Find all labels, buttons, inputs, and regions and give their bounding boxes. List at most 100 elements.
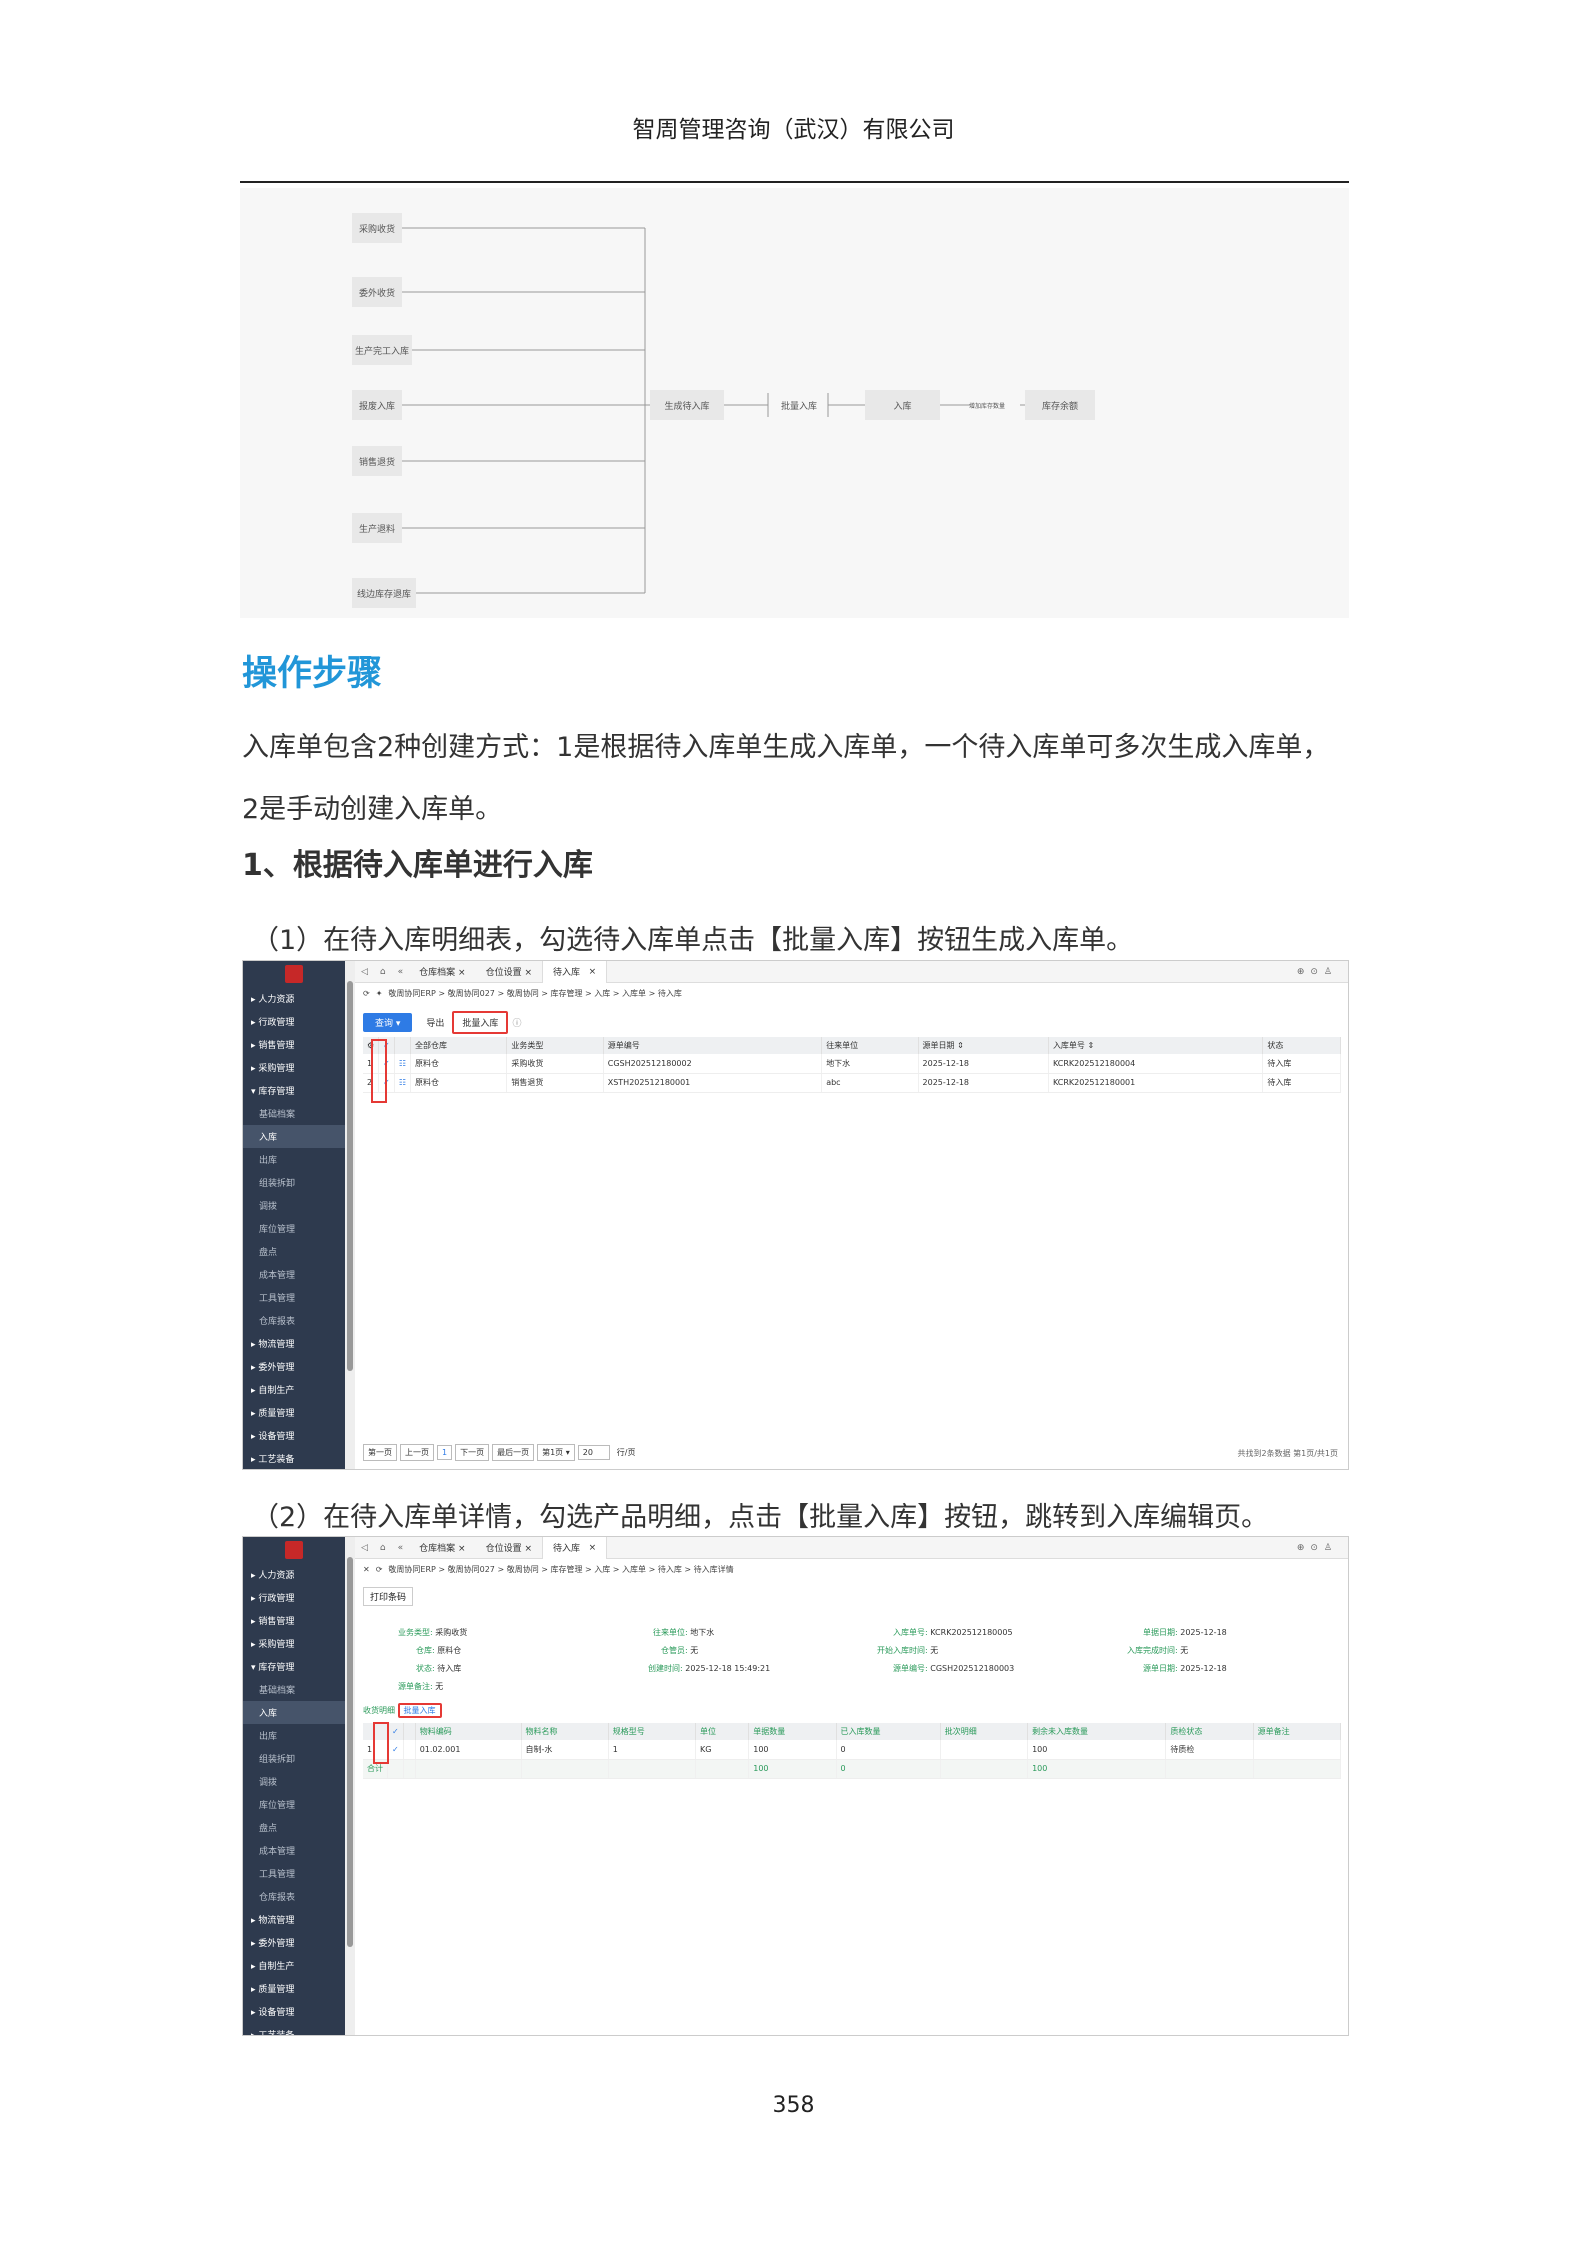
tab-receipt-detail[interactable]: 收货明细 xyxy=(363,1706,395,1715)
column-header[interactable]: 单位 xyxy=(695,1723,750,1740)
sidebar-scrollbar[interactable] xyxy=(345,961,355,1469)
sidebar-item-inventory[interactable]: ▾ 库存管理 xyxy=(243,1655,345,1678)
tab-warehouse[interactable]: 仓库档案 × xyxy=(409,965,475,978)
tab-location[interactable]: 仓位设置 × xyxy=(476,1541,542,1554)
sidebar-item-production[interactable]: ▸ 自制生产 xyxy=(243,1378,345,1401)
column-header[interactable]: 状态 xyxy=(1262,1037,1341,1054)
column-header[interactable]: 源单编号 xyxy=(603,1037,823,1054)
back-icon[interactable]: ◁ xyxy=(355,967,374,977)
row-checkbox[interactable]: ✓ xyxy=(387,1740,404,1760)
sidebar-item-transfer[interactable]: 调拨 xyxy=(243,1194,345,1217)
tab-warehouse[interactable]: 仓库档案 × xyxy=(409,1541,475,1554)
sidebar-item-cost[interactable]: 成本管理 xyxy=(243,1839,345,1862)
column-header[interactable]: 源单日期 ⇕ xyxy=(918,1037,1049,1054)
column-header[interactable]: 源单备注 xyxy=(1253,1723,1342,1740)
column-header[interactable]: 往来单位 xyxy=(821,1037,919,1054)
refresh-icon[interactable]: ⟳ xyxy=(376,1565,383,1574)
sidebar-item-assembly[interactable]: 组装拆卸 xyxy=(243,1171,345,1194)
double-left-icon[interactable]: « xyxy=(392,1543,410,1553)
print-barcode-button[interactable]: 打印条码 xyxy=(363,1587,414,1606)
column-header[interactable]: 单据数量 xyxy=(748,1723,837,1740)
sidebar-item-quality[interactable]: ▸ 质量管理 xyxy=(243,1977,345,2000)
sidebar-item-inbound[interactable]: 入库 xyxy=(243,1125,345,1148)
sidebar-item-admin[interactable]: ▸ 行政管理 xyxy=(243,1010,345,1033)
sidebar-item-tooling[interactable]: ▸ 工艺装备 xyxy=(243,2023,345,2035)
sidebar-item-tooling[interactable]: ▸ 工艺装备 xyxy=(243,1447,345,1469)
pin-icon[interactable]: ✦ xyxy=(376,989,383,998)
sidebar-item-logistics[interactable]: ▸ 物流管理 xyxy=(243,1332,345,1355)
cell-batch[interactable] xyxy=(940,1740,1029,1760)
sidebar-item-outsourcing[interactable]: ▸ 委外管理 xyxy=(243,1931,345,1954)
toolbar-icons[interactable]: ⊕⊙♙ xyxy=(1297,967,1348,977)
page-number-button[interactable]: 1 xyxy=(437,1445,453,1460)
sidebar-scrollbar[interactable] xyxy=(345,1537,355,2035)
sidebar-item-sales[interactable]: ▸ 销售管理 xyxy=(243,1609,345,1632)
sidebar-item-quality[interactable]: ▸ 质量管理 xyxy=(243,1401,345,1424)
sidebar-item-outbound[interactable]: 出库 xyxy=(243,1724,345,1747)
tab-pending[interactable]: 待入库 × xyxy=(542,1537,608,1559)
table-row[interactable]: 2 ✓ ☷ 原料仓 销售退货 XSTH202512180001 abc 2025… xyxy=(363,1073,1341,1093)
sidebar-item-reports[interactable]: 仓库报表 xyxy=(243,1309,345,1332)
column-header[interactable]: 质检状态 xyxy=(1165,1723,1254,1740)
sidebar-item-basic[interactable]: 基础档案 xyxy=(243,1102,345,1125)
sidebar-item-inventory[interactable]: ▾ 库存管理 xyxy=(243,1079,345,1102)
prev-page-button[interactable]: 上一页 xyxy=(400,1444,434,1461)
batch-inbound-button[interactable]: 批量入库 xyxy=(452,1011,509,1034)
back-icon[interactable]: ◁ xyxy=(355,1543,374,1553)
sidebar-item-hr[interactable]: ▸ 人力资源 xyxy=(243,987,345,1010)
help-icon[interactable]: ⓘ xyxy=(512,1016,521,1029)
column-header[interactable]: 物料编码 xyxy=(415,1723,522,1740)
detail-icon[interactable]: ☷ xyxy=(394,1054,412,1074)
sidebar-item-tools[interactable]: 工具管理 xyxy=(243,1862,345,1885)
table-row[interactable]: 1 ✓ ☷ 原料仓 采购收货 CGSH202512180002 地下水 2025… xyxy=(363,1054,1341,1074)
column-header[interactable]: 全部仓库 xyxy=(410,1037,508,1054)
first-page-button[interactable]: 第一页 xyxy=(363,1444,397,1461)
sidebar-item-cost[interactable]: 成本管理 xyxy=(243,1263,345,1286)
home-icon[interactable]: ⌂ xyxy=(374,967,392,977)
sidebar-item-transfer[interactable]: 调拨 xyxy=(243,1770,345,1793)
sidebar-item-admin[interactable]: ▸ 行政管理 xyxy=(243,1586,345,1609)
sidebar-item-sales[interactable]: ▸ 销售管理 xyxy=(243,1033,345,1056)
column-header[interactable]: 已入库数量 xyxy=(836,1723,941,1740)
sidebar-item-inbound[interactable]: 入库 xyxy=(243,1701,345,1724)
sidebar-item-purchase[interactable]: ▸ 采购管理 xyxy=(243,1056,345,1079)
sidebar-item-location[interactable]: 库位管理 xyxy=(243,1217,345,1240)
query-button[interactable]: 查询 ▾ xyxy=(363,1013,413,1032)
batch-inbound-button[interactable]: 批量入库 xyxy=(397,1703,442,1718)
select-all-checkbox[interactable]: ✓ xyxy=(387,1723,404,1740)
sidebar-item-equipment[interactable]: ▸ 设备管理 xyxy=(243,1424,345,1447)
sidebar-item-stocktake[interactable]: 盘点 xyxy=(243,1240,345,1263)
home-icon[interactable]: ⌂ xyxy=(374,1543,392,1553)
export-button[interactable]: 导出 xyxy=(418,1013,452,1032)
sidebar-item-tools[interactable]: 工具管理 xyxy=(243,1286,345,1309)
tab-pending[interactable]: 待入库 × xyxy=(542,961,608,983)
sidebar-item-hr[interactable]: ▸ 人力资源 xyxy=(243,1563,345,1586)
sidebar-item-equipment[interactable]: ▸ 设备管理 xyxy=(243,2000,345,2023)
sidebar-item-location[interactable]: 库位管理 xyxy=(243,1793,345,1816)
toolbar-icons[interactable]: ⊕⊙♙ xyxy=(1297,1543,1348,1553)
column-header[interactable]: 剩余未入库数量 xyxy=(1027,1723,1167,1740)
column-header[interactable]: 规格型号 xyxy=(608,1723,697,1740)
sidebar-item-logistics[interactable]: ▸ 物流管理 xyxy=(243,1908,345,1931)
next-page-button[interactable]: 下一页 xyxy=(455,1444,490,1461)
tab-location[interactable]: 仓位设置 × xyxy=(476,965,542,978)
sidebar-item-outsourcing[interactable]: ▸ 委外管理 xyxy=(243,1355,345,1378)
column-header[interactable]: 业务类型 xyxy=(506,1037,604,1054)
sidebar-item-stocktake[interactable]: 盘点 xyxy=(243,1816,345,1839)
close-icon[interactable]: ✕ xyxy=(363,1565,370,1574)
double-left-icon[interactable]: « xyxy=(392,967,410,977)
column-header[interactable]: 批次明细 xyxy=(940,1723,1029,1740)
sidebar-item-assembly[interactable]: 组装拆卸 xyxy=(243,1747,345,1770)
column-header[interactable]: 入库单号 ⇕ xyxy=(1048,1037,1264,1054)
detail-icon[interactable]: ☷ xyxy=(394,1073,412,1093)
column-header[interactable]: 物料名称 xyxy=(521,1723,609,1740)
sidebar-item-production[interactable]: ▸ 自制生产 xyxy=(243,1954,345,1977)
last-page-button[interactable]: 最后一页 xyxy=(492,1444,535,1461)
sidebar-item-purchase[interactable]: ▸ 采购管理 xyxy=(243,1632,345,1655)
page-select[interactable]: 第1页 ▾ xyxy=(537,1444,575,1461)
sidebar-item-outbound[interactable]: 出库 xyxy=(243,1148,345,1171)
refresh-icon[interactable]: ⟳ xyxy=(363,989,370,998)
page-size-input[interactable]: 20 xyxy=(577,1445,610,1460)
table-row[interactable]: 1 ✓ 01.02.001 自制-水 1 KG 100 0 100 待质检 xyxy=(363,1740,1342,1760)
sidebar-item-basic[interactable]: 基础档案 xyxy=(243,1678,345,1701)
